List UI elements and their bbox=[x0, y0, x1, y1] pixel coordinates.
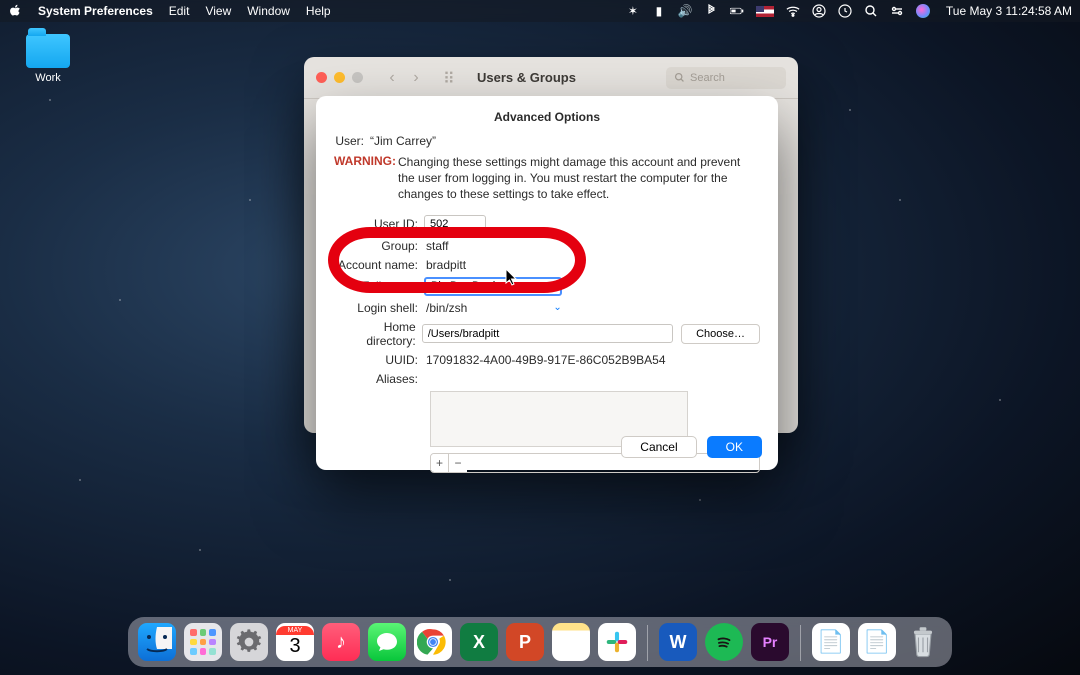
account-name-label: Account name: bbox=[334, 258, 424, 272]
menubar-app-name[interactable]: System Preferences bbox=[38, 4, 153, 18]
search-placeholder: Search bbox=[690, 72, 725, 84]
full-name-input[interactable] bbox=[424, 277, 562, 296]
uuid-value: 17091832-4A00-49B9-917E-86C052B9BA54 bbox=[424, 353, 666, 367]
desktop-folder-work[interactable]: Work bbox=[18, 34, 78, 84]
zoom-button[interactable] bbox=[352, 72, 363, 83]
user-label: User: bbox=[334, 134, 370, 148]
control-center-icon[interactable] bbox=[890, 4, 904, 18]
dock-app-powerpoint[interactable]: P bbox=[506, 623, 544, 661]
dropbox-icon[interactable]: ✶ bbox=[626, 4, 640, 18]
login-shell-label: Login shell: bbox=[334, 301, 424, 315]
chevron-down-icon[interactable]: ⌄ bbox=[553, 302, 561, 313]
dock-app-spotify[interactable] bbox=[705, 623, 743, 661]
dock-app-word[interactable]: W bbox=[659, 623, 697, 661]
menubar-item-view[interactable]: View bbox=[205, 4, 231, 18]
add-alias-button[interactable]: + bbox=[431, 454, 449, 472]
group-value: staff bbox=[424, 239, 448, 253]
warning-label: WARNING: bbox=[334, 154, 398, 168]
dock-app-calendar[interactable]: MAY3 bbox=[276, 623, 314, 661]
user-icon[interactable] bbox=[812, 4, 826, 18]
dock-app-chrome[interactable] bbox=[414, 623, 452, 661]
dock-app-launchpad[interactable] bbox=[184, 623, 222, 661]
menubar-clock[interactable]: Tue May 3 11:24:58 AM bbox=[946, 4, 1072, 18]
dock-app-premiere[interactable]: Pr bbox=[751, 623, 789, 661]
dock-separator bbox=[800, 625, 801, 661]
forward-button[interactable]: › bbox=[405, 67, 427, 89]
group-label: Group: bbox=[334, 239, 424, 253]
menubar-item-window[interactable]: Window bbox=[247, 4, 290, 18]
timemachine-icon[interactable] bbox=[838, 4, 852, 18]
menubar-item-edit[interactable]: Edit bbox=[169, 4, 190, 18]
home-dir-input[interactable] bbox=[422, 324, 673, 343]
warning-text: Changing these settings might damage thi… bbox=[398, 154, 760, 203]
choose-button[interactable]: Choose… bbox=[681, 324, 760, 344]
calendar-month: MAY bbox=[276, 626, 314, 635]
dock-app-slack[interactable] bbox=[598, 623, 636, 661]
user-value: “Jim Carrey” bbox=[370, 134, 760, 148]
login-shell-value[interactable]: /bin/zsh bbox=[424, 301, 467, 315]
dock-doc-1[interactable]: 📄 bbox=[812, 623, 850, 661]
wifi-icon[interactable] bbox=[786, 4, 800, 18]
search-field[interactable]: Search bbox=[666, 67, 786, 89]
battery-widget-icon[interactable]: ▮ bbox=[652, 4, 666, 18]
user-id-input[interactable] bbox=[424, 215, 486, 234]
folder-icon bbox=[26, 34, 70, 68]
desktop-folder-label: Work bbox=[18, 72, 78, 84]
window-title: Users & Groups bbox=[477, 70, 576, 85]
dock-app-excel[interactable]: X bbox=[460, 623, 498, 661]
full-name-label: Full name: bbox=[334, 279, 424, 293]
siri-icon[interactable] bbox=[916, 4, 930, 18]
sheet-title: Advanced Options bbox=[334, 110, 760, 124]
home-dir-label: Home directory: bbox=[334, 320, 422, 348]
search-icon bbox=[674, 72, 685, 83]
dock-separator bbox=[647, 625, 648, 661]
dock-app-notes[interactable] bbox=[552, 623, 590, 661]
window-titlebar: ‹ › ⠿ Users & Groups Search bbox=[304, 57, 798, 99]
window-traffic-lights bbox=[316, 72, 363, 83]
calendar-day: 3 bbox=[289, 635, 300, 658]
dock-app-finder[interactable] bbox=[138, 623, 176, 661]
dock-doc-2[interactable]: 📄 bbox=[858, 623, 896, 661]
back-button[interactable]: ‹ bbox=[381, 67, 403, 89]
show-all-icon[interactable]: ⠿ bbox=[443, 69, 461, 87]
ok-button[interactable]: OK bbox=[707, 436, 762, 458]
bluetooth-icon[interactable] bbox=[704, 4, 718, 18]
menubar: System Preferences Edit View Window Help… bbox=[0, 0, 1080, 22]
battery-icon[interactable] bbox=[730, 4, 744, 18]
volume-icon[interactable]: 🔊 bbox=[678, 4, 692, 18]
cancel-button[interactable]: Cancel bbox=[621, 436, 696, 458]
dock: MAY3 ♪ X P W Pr 📄 📄 bbox=[128, 617, 952, 667]
account-name-value: bradpitt bbox=[424, 258, 466, 272]
menubar-item-help[interactable]: Help bbox=[306, 4, 331, 18]
minimize-button[interactable] bbox=[334, 72, 345, 83]
apple-menu-icon[interactable] bbox=[8, 4, 22, 18]
remove-alias-button[interactable]: − bbox=[449, 454, 467, 472]
aliases-label: Aliases: bbox=[334, 372, 424, 386]
advanced-options-sheet: Advanced Options User: “Jim Carrey” WARN… bbox=[316, 96, 778, 470]
dock-app-messages[interactable] bbox=[368, 623, 406, 661]
close-button[interactable] bbox=[316, 72, 327, 83]
dock-app-music[interactable]: ♪ bbox=[322, 623, 360, 661]
dock-app-system-preferences[interactable] bbox=[230, 623, 268, 661]
dock-trash[interactable] bbox=[904, 623, 942, 661]
flag-icon[interactable] bbox=[756, 6, 774, 17]
user-id-label: User ID: bbox=[334, 217, 424, 231]
uuid-label: UUID: bbox=[334, 353, 424, 367]
spotlight-icon[interactable] bbox=[864, 4, 878, 18]
